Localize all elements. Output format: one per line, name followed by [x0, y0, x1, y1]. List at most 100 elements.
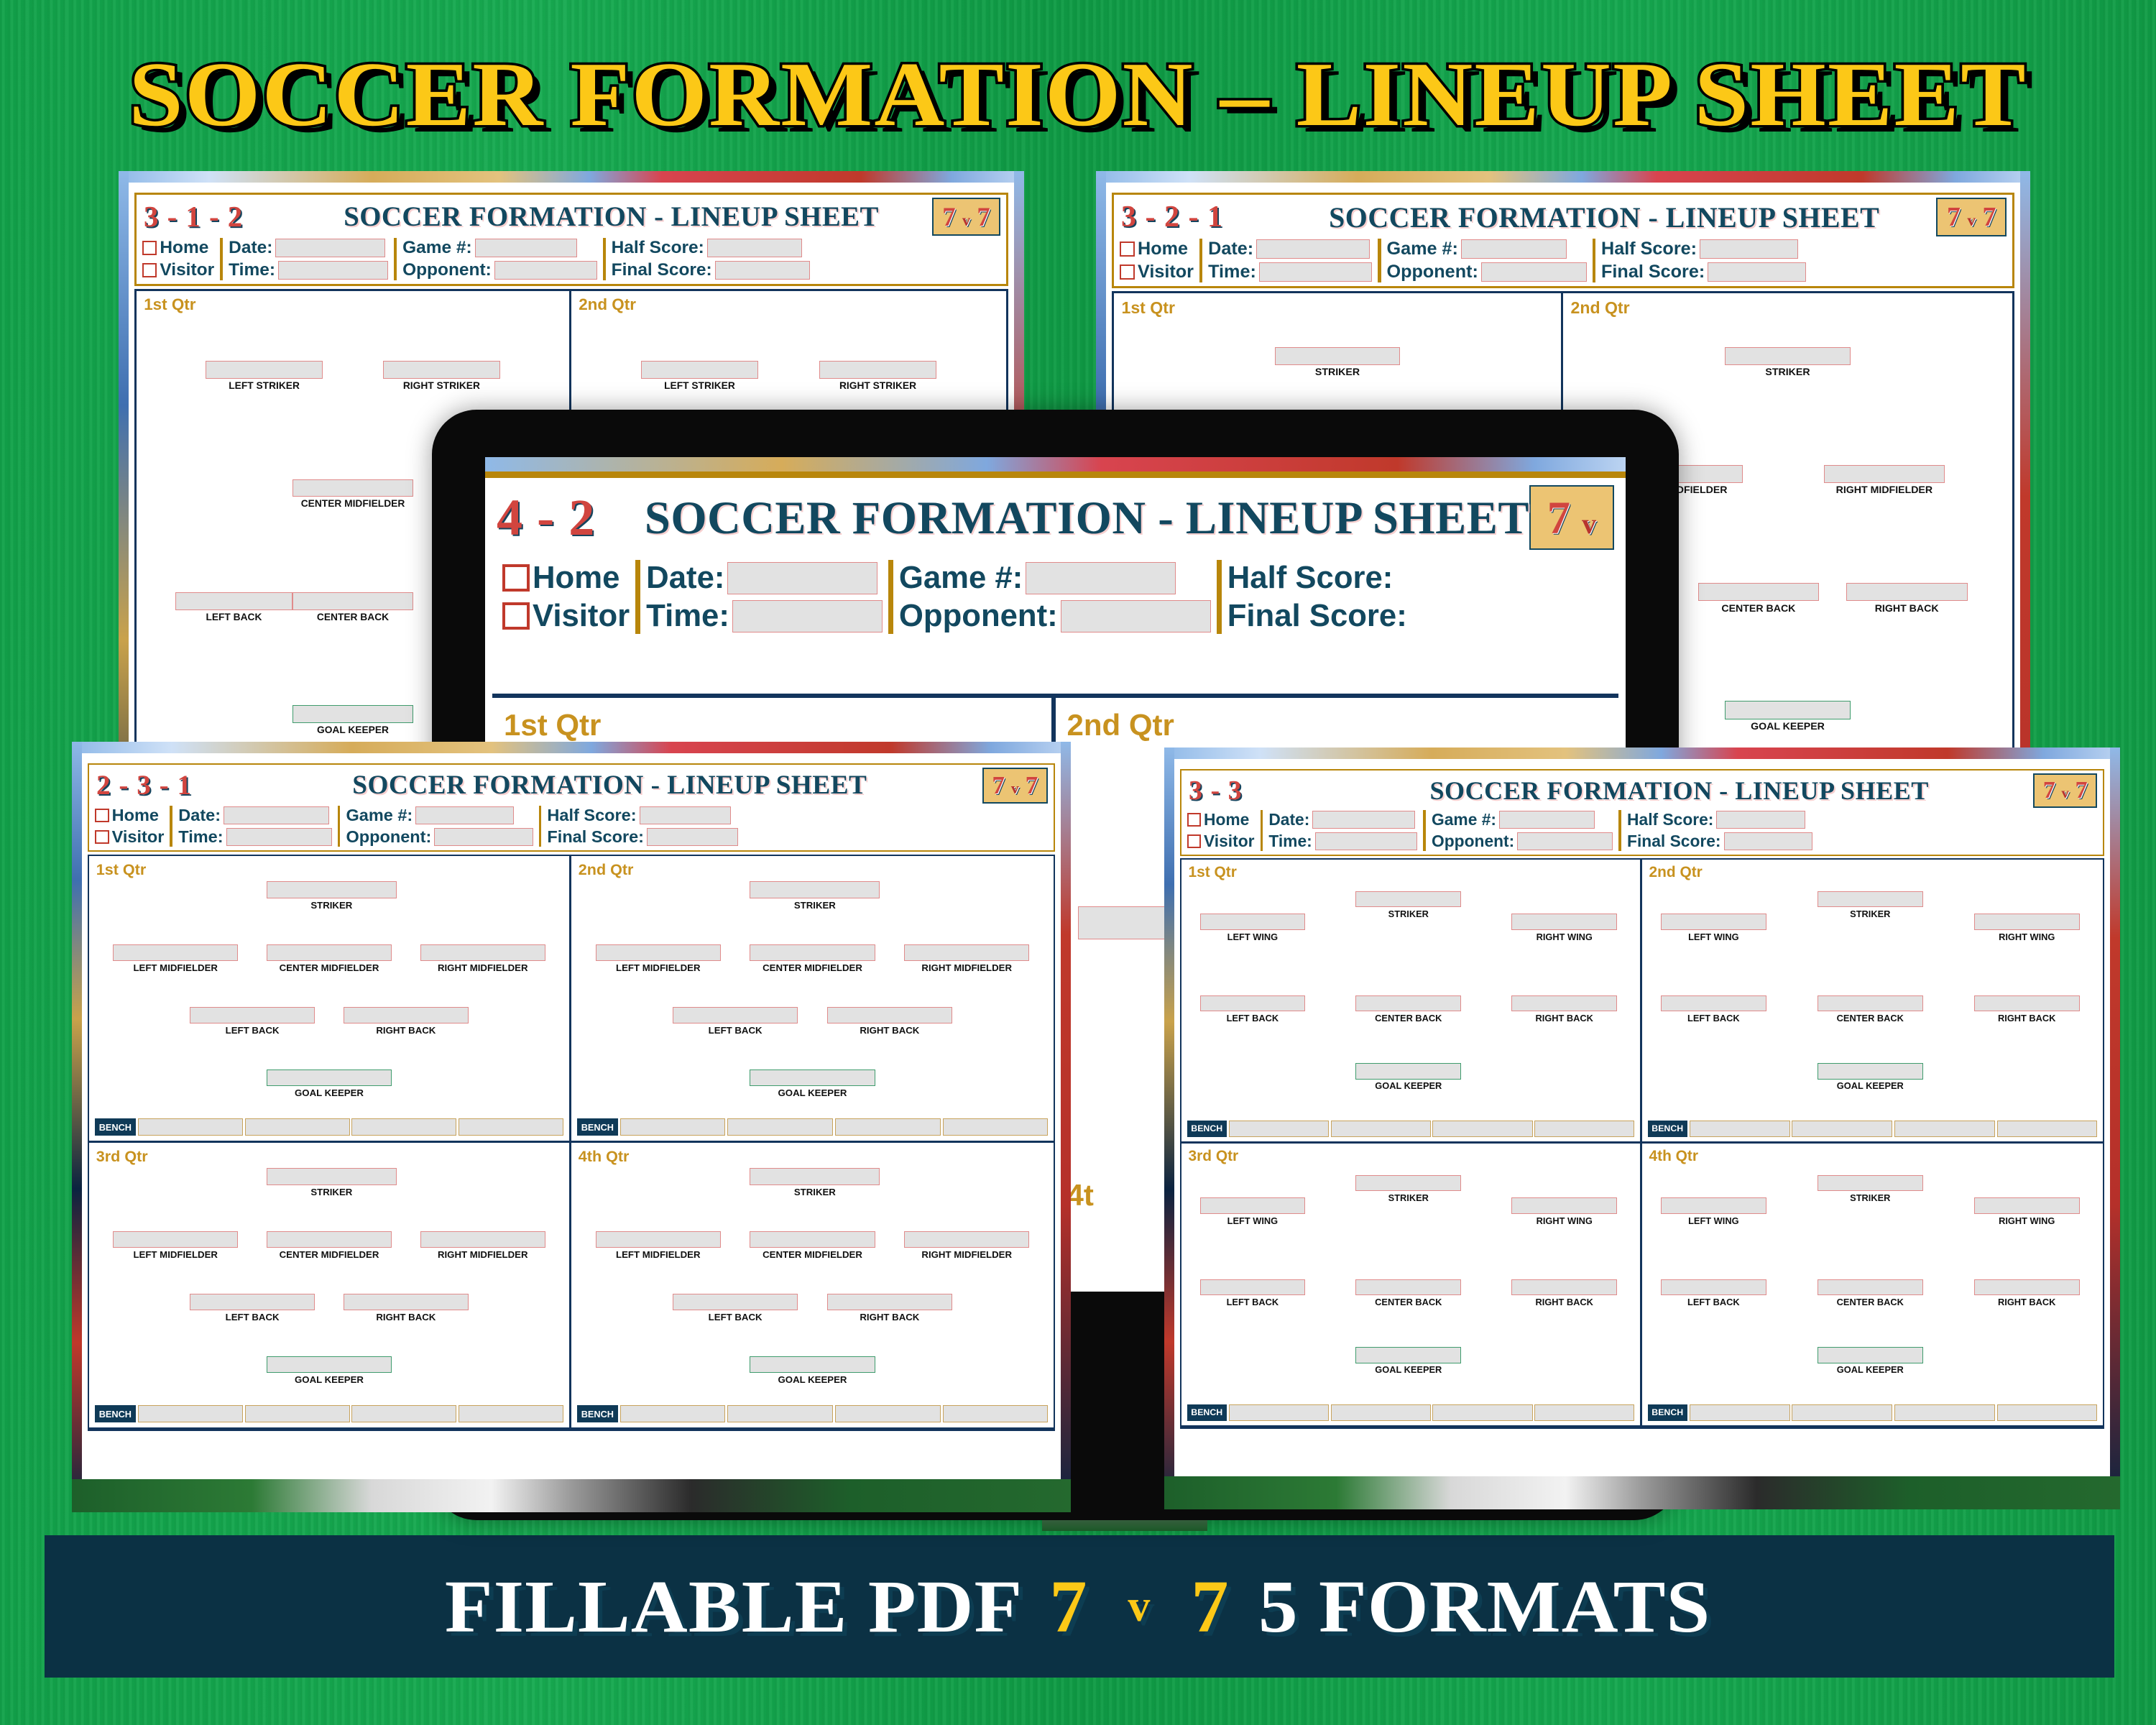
- bench-player-input[interactable]: [459, 1405, 564, 1422]
- player-name-input[interactable]: [1725, 701, 1851, 719]
- bench-player-input[interactable]: [1432, 1404, 1533, 1421]
- game-number-input[interactable]: [415, 806, 515, 825]
- date-input[interactable]: [1256, 239, 1370, 259]
- player-name-input[interactable]: [1355, 1279, 1462, 1296]
- player-name-input[interactable]: [1660, 913, 1767, 930]
- player-name-input[interactable]: [819, 361, 937, 379]
- bench-player-input[interactable]: [1228, 1121, 1329, 1137]
- player-name-input[interactable]: [672, 1293, 798, 1311]
- visitor-checkbox[interactable]: [1120, 264, 1135, 280]
- player-name-input[interactable]: [1511, 995, 1618, 1012]
- player-name-input[interactable]: [420, 944, 545, 962]
- bench-player-input[interactable]: [619, 1405, 726, 1422]
- bench-player-input[interactable]: [1689, 1404, 1790, 1421]
- bench-player-input[interactable]: [1894, 1121, 1995, 1137]
- player-name-input[interactable]: [750, 1356, 875, 1374]
- player-name-input[interactable]: [750, 1230, 875, 1248]
- player-name-input[interactable]: [1817, 1346, 1923, 1363]
- player-name-input[interactable]: [1660, 995, 1767, 1012]
- player-name-input[interactable]: [1355, 1062, 1462, 1080]
- date-input[interactable]: [275, 238, 386, 258]
- player-name-input[interactable]: [267, 944, 392, 962]
- bench-player-input[interactable]: [1996, 1404, 2098, 1421]
- player-name-input[interactable]: [175, 592, 292, 610]
- player-name-input[interactable]: [420, 1230, 545, 1248]
- time-input[interactable]: [1258, 262, 1373, 282]
- home-checkbox[interactable]: [142, 240, 157, 256]
- player-name-input[interactable]: [1199, 913, 1306, 930]
- bench-player-input[interactable]: [351, 1118, 457, 1136]
- player-name-input[interactable]: [1660, 1279, 1767, 1296]
- player-name-input[interactable]: [1973, 913, 2080, 930]
- opponent-input[interactable]: [1480, 262, 1587, 282]
- player-name-input[interactable]: [1697, 583, 1820, 602]
- player-name-input[interactable]: [1725, 347, 1851, 366]
- player-name-input[interactable]: [1973, 1279, 2080, 1296]
- player-name-input[interactable]: [267, 1168, 397, 1185]
- half-score-input[interactable]: [1716, 810, 1805, 829]
- player-name-input[interactable]: [267, 1230, 392, 1248]
- player-name-input[interactable]: [750, 881, 880, 898]
- bench-player-input[interactable]: [1996, 1121, 2098, 1137]
- final-score-input[interactable]: [1723, 832, 1813, 850]
- bench-player-input[interactable]: [1894, 1404, 1995, 1421]
- player-name-input[interactable]: [1846, 583, 1968, 602]
- opponent-input[interactable]: [434, 827, 533, 847]
- half-score-input[interactable]: [639, 806, 731, 825]
- final-score-input[interactable]: [714, 260, 811, 280]
- bench-player-input[interactable]: [1330, 1404, 1431, 1421]
- half-score-input[interactable]: [1700, 239, 1798, 259]
- player-name-input[interactable]: [826, 1293, 953, 1311]
- bench-player-input[interactable]: [1792, 1121, 1893, 1137]
- player-name-input[interactable]: [672, 1006, 798, 1024]
- visitor-checkbox[interactable]: [95, 829, 109, 845]
- bench-player-input[interactable]: [244, 1118, 350, 1136]
- opponent-input[interactable]: [1517, 832, 1613, 850]
- player-name-input[interactable]: [1973, 1197, 2080, 1214]
- player-name-input[interactable]: [750, 1168, 880, 1185]
- time-input[interactable]: [278, 260, 388, 280]
- bench-player-input[interactable]: [727, 1405, 834, 1422]
- tablet-time-input[interactable]: [732, 599, 883, 633]
- player-name-input[interactable]: [206, 361, 323, 379]
- player-name-input[interactable]: [1274, 347, 1401, 366]
- player-name-input[interactable]: [1199, 1279, 1306, 1296]
- player-name-input[interactable]: [292, 705, 414, 723]
- tablet-home-checkbox[interactable]: [502, 564, 530, 592]
- bench-player-input[interactable]: [834, 1118, 941, 1136]
- time-input[interactable]: [226, 827, 332, 847]
- player-name-input[interactable]: [640, 361, 759, 379]
- player-name-input[interactable]: [1355, 1174, 1462, 1192]
- bench-player-input[interactable]: [351, 1405, 457, 1422]
- bench-player-input[interactable]: [1792, 1404, 1893, 1421]
- bench-player-input[interactable]: [942, 1118, 1049, 1136]
- player-name-input[interactable]: [1817, 891, 1923, 908]
- final-score-input[interactable]: [647, 827, 739, 847]
- date-input[interactable]: [224, 806, 330, 825]
- half-score-input[interactable]: [706, 238, 803, 258]
- player-name-input[interactable]: [1511, 1279, 1618, 1296]
- player-name-input[interactable]: [1199, 1197, 1306, 1214]
- visitor-checkbox[interactable]: [1187, 834, 1201, 848]
- player-name-input[interactable]: [1355, 1346, 1462, 1363]
- player-name-input[interactable]: [1355, 995, 1462, 1012]
- player-name-input[interactable]: [1823, 465, 1945, 484]
- game-number-input[interactable]: [474, 238, 578, 258]
- bench-player-input[interactable]: [459, 1118, 564, 1136]
- player-name-input[interactable]: [190, 1006, 315, 1024]
- game-number-input[interactable]: [1498, 810, 1595, 829]
- player-name-input[interactable]: [113, 1230, 239, 1248]
- bench-player-input[interactable]: [137, 1405, 243, 1422]
- player-name-input[interactable]: [595, 1230, 721, 1248]
- bench-player-input[interactable]: [942, 1405, 1049, 1422]
- player-name-input[interactable]: [292, 592, 414, 610]
- player-name-input[interactable]: [1817, 1062, 1923, 1080]
- final-score-input[interactable]: [1708, 262, 1806, 282]
- home-checkbox[interactable]: [95, 808, 109, 823]
- player-name-input[interactable]: [750, 1069, 875, 1087]
- player-name-input[interactable]: [1817, 1279, 1923, 1296]
- player-name-input[interactable]: [750, 944, 875, 962]
- game-number-input[interactable]: [1460, 239, 1567, 259]
- bench-player-input[interactable]: [1534, 1404, 1635, 1421]
- player-name-input[interactable]: [1511, 1197, 1618, 1214]
